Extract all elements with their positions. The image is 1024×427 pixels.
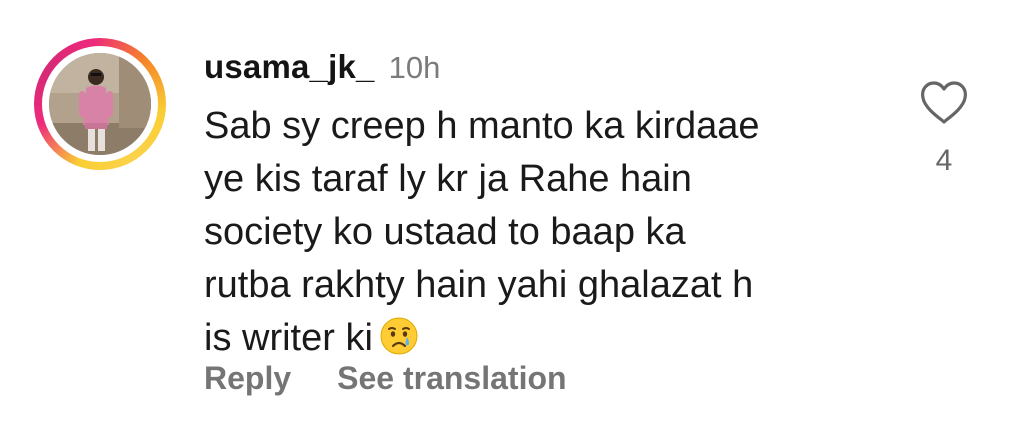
comment-text: Sab sy creep h manto ka kirdaae ye kis t… bbox=[204, 100, 884, 365]
comment-line-1: Sab sy creep h manto ka kirdaae bbox=[204, 105, 760, 147]
comment-line-4: rutba rakhty hain yahi ghalazat h bbox=[204, 264, 754, 306]
comment-header: usama_jk_ 10h bbox=[204, 48, 440, 92]
heart-outline-icon[interactable] bbox=[919, 80, 969, 126]
comment-line-5: is writer ki bbox=[204, 317, 373, 359]
username-link[interactable]: usama_jk_ bbox=[204, 48, 375, 86]
comment: usama_jk_ 10h Sab sy creep h manto ka ki… bbox=[0, 0, 1024, 427]
see-translation-button[interactable]: See translation bbox=[337, 360, 566, 397]
like-column: 4 bbox=[914, 80, 974, 178]
avatar[interactable] bbox=[49, 53, 151, 155]
story-ring[interactable] bbox=[34, 38, 166, 170]
avatar-gap bbox=[42, 46, 158, 162]
avatar-photo bbox=[49, 53, 151, 155]
crying-face-emoji-icon bbox=[379, 316, 419, 356]
comment-line-5-wrap: is writer ki bbox=[204, 312, 884, 365]
reply-button[interactable]: Reply bbox=[204, 360, 291, 397]
timestamp: 10h bbox=[388, 50, 441, 85]
comment-actions: Reply See translation bbox=[204, 360, 567, 397]
comment-line-2: ye kis taraf ly kr ja Rahe hain bbox=[204, 158, 692, 200]
like-count: 4 bbox=[935, 144, 953, 177]
comment-line-3: society ko ustaad to baap ka bbox=[204, 211, 686, 253]
